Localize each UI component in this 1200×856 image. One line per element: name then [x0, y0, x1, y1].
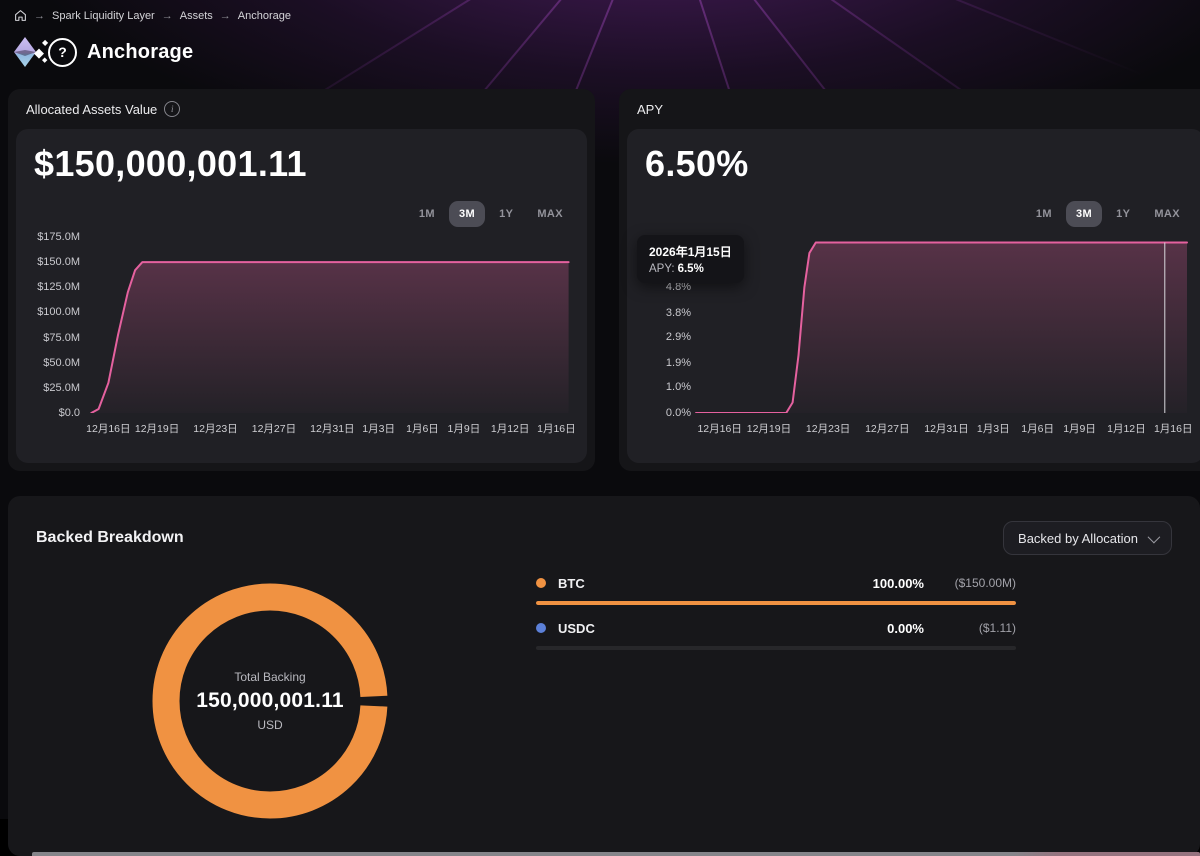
range-button-1m[interactable]: 1M	[409, 201, 445, 227]
apy-value: 6.50%	[645, 143, 749, 185]
page-header: ◆◆◆ Anchorage	[12, 32, 1200, 72]
x-axis-labels: 12月16日12月19日12月23日12月27日12月31日1月3日1月6日1月…	[84, 419, 571, 435]
asset-name: USDC	[558, 621, 887, 636]
anchorage-logo: ◆◆◆	[12, 36, 77, 68]
next-section-edge	[32, 852, 1200, 856]
asset-amount: ($150.00M)	[924, 576, 1016, 590]
x-axis-labels: 12月16日12月19日12月23日12月27日12月31日1月3日1月6日1月…	[695, 419, 1188, 435]
breadcrumb-arrow-icon: →	[220, 10, 231, 22]
donut-svg[interactable]	[150, 581, 390, 821]
asset-amount: ($1.11)	[924, 621, 1016, 635]
breadcrumb: → Spark Liquidity Layer → Assets → Ancho…	[0, 0, 1200, 22]
range-button-max[interactable]: MAX	[527, 201, 573, 227]
legend-row-usdc[interactable]: USDC 0.00% ($1.11)	[536, 615, 1016, 641]
range-selector: 1M 3M 1Y MAX	[1026, 201, 1190, 227]
backed-breakdown-title: Backed Breakdown	[36, 529, 184, 547]
allocated-assets-value: $150,000,001.11	[34, 143, 307, 185]
range-button-1y[interactable]: 1Y	[489, 201, 523, 227]
chart-plot[interactable]	[84, 237, 571, 413]
dropdown-selected-value: Backed by Allocation	[1018, 531, 1138, 546]
range-button-3m[interactable]: 3M	[449, 201, 485, 227]
allocated-assets-card-body: $150,000,001.11 1M 3M 1Y MAX $175.0M$150…	[16, 129, 587, 463]
btc-progress-bar	[536, 601, 1016, 605]
range-button-1y[interactable]: 1Y	[1106, 201, 1140, 227]
usdc-progress-bar	[536, 646, 1016, 650]
unknown-token-icon	[48, 38, 77, 67]
allocated-assets-card: Allocated Assets Value $150,000,001.11 1…	[8, 89, 595, 471]
tooltip-apy-row: APY:6.5%	[649, 263, 732, 275]
spark-sparkles-icon: ◆◆◆	[34, 37, 50, 67]
chart-tooltip: 2026年1月15日 APY:6.5%	[637, 235, 744, 283]
chart-plot[interactable]	[695, 237, 1188, 413]
backing-legend: BTC 100.00% ($150.00M) USDC 0.00% ($1.11…	[536, 570, 1016, 650]
backed-breakdown-header: Backed Breakdown Backed by Allocation	[36, 522, 1172, 554]
apy-title: APY	[637, 102, 663, 117]
breadcrumb-item-spark-liquidity-layer[interactable]: Spark Liquidity Layer	[52, 10, 155, 22]
allocated-assets-card-header: Allocated Assets Value	[8, 89, 595, 129]
range-button-3m[interactable]: 3M	[1066, 201, 1102, 227]
usdc-dot-icon	[536, 623, 546, 633]
range-selector: 1M 3M 1Y MAX	[409, 201, 573, 227]
chevron-down-icon	[1148, 530, 1161, 543]
asset-percent: 0.00%	[887, 621, 924, 636]
range-button-1m[interactable]: 1M	[1026, 201, 1062, 227]
breadcrumb-item-anchorage[interactable]: Anchorage	[238, 10, 291, 22]
info-icon[interactable]	[164, 101, 180, 117]
backing-donut-chart[interactable]: Total Backing 150,000,001.11 USD	[150, 581, 390, 821]
tooltip-date: 2026年1月15日	[649, 243, 732, 260]
apy-card-body: 6.50% 1M 3M 1Y MAX 2026年1月15日 APY:6.5% 4…	[627, 129, 1200, 463]
allocated-assets-title: Allocated Assets Value	[26, 102, 157, 117]
legend-row-btc[interactable]: BTC 100.00% ($150.00M)	[536, 570, 1016, 596]
home-icon[interactable]	[14, 9, 27, 22]
breadcrumb-arrow-icon: →	[34, 10, 45, 22]
y-axis-labels: $175.0M$150.0M$125.0M$100.0M$75.0M$50.0M…	[20, 233, 80, 461]
backed-breakdown-section: Backed Breakdown Backed by Allocation To…	[8, 496, 1200, 856]
range-button-max[interactable]: MAX	[1144, 201, 1190, 227]
asset-name: BTC	[558, 576, 873, 591]
allocated-assets-chart[interactable]: $175.0M$150.0M$125.0M$100.0M$75.0M$50.0M…	[20, 233, 573, 461]
metric-cards-row: Allocated Assets Value $150,000,001.11 1…	[8, 89, 1200, 471]
page-title: Anchorage	[87, 41, 193, 64]
legend-group-usdc: USDC 0.00% ($1.11)	[536, 615, 1016, 650]
asset-percent: 100.00%	[873, 576, 924, 591]
breadcrumb-item-assets[interactable]: Assets	[180, 10, 213, 22]
backed-breakdown-body: Total Backing 150,000,001.11 USD BTC 100…	[36, 570, 1172, 820]
backed-by-dropdown[interactable]: Backed by Allocation	[1003, 521, 1172, 555]
apy-card-header: APY	[619, 89, 1200, 129]
apy-card: APY 6.50% 1M 3M 1Y MAX 2026年1月15日 APY:6.…	[619, 89, 1200, 471]
breadcrumb-arrow-icon: →	[162, 10, 173, 22]
legend-group-btc: BTC 100.00% ($150.00M)	[536, 570, 1016, 605]
btc-dot-icon	[536, 578, 546, 588]
